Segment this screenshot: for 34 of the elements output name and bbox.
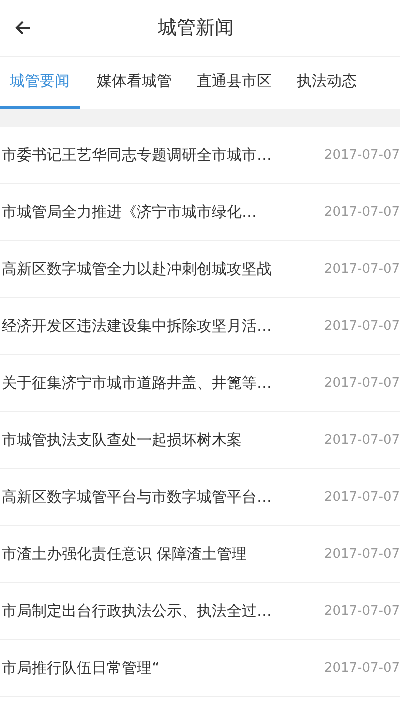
news-item[interactable]: 高新区数字城管全力以赴冲刺创城攻坚战 2017-07-07 — [0, 241, 400, 298]
news-item[interactable]: 市委书记王艺华同志专题调研全市城市… 2017-07-07 — [0, 127, 400, 184]
news-title: 高新区数字城管平台与市数字城管平台… — [2, 488, 272, 506]
news-item[interactable]: 经济开发区违法建设集中拆除攻坚月活… 2017-07-07 — [0, 298, 400, 355]
news-title: 经济开发区违法建设集中拆除攻坚月活… — [2, 316, 272, 336]
news-title: 市局推行队伍日常管理“ — [2, 658, 160, 678]
news-date: 2017-07-07 — [324, 660, 400, 676]
news-date: 2017-07-07 — [324, 262, 400, 276]
news-date: 2017-07-07 — [324, 204, 400, 220]
news-title: 市城管执法支队查处一起损坏树木案 — [2, 430, 242, 450]
news-item[interactable]: 高新区数字城管平台与市数字城管平台… 2017-07-07 — [0, 469, 400, 526]
news-item[interactable]: 关于征集济宁市城市道路井盖、井篦等… 2017-07-07 — [0, 355, 400, 412]
news-date: 2017-07-07 — [324, 432, 400, 448]
news-date: 2017-07-07 — [324, 376, 400, 390]
news-title: 市委书记王艺华同志专题调研全市城市… — [2, 146, 272, 164]
news-date: 2017-07-07 — [324, 318, 400, 334]
tab[interactable]: 媒体看城管 — [89, 57, 180, 109]
news-date: 2017-07-07 — [324, 490, 400, 504]
news-title: 高新区数字城管全力以赴冲刺创城攻坚战 — [2, 260, 272, 278]
news-title: 关于征集济宁市城市道路井盖、井篦等… — [2, 374, 272, 392]
news-title: 市局制定出台行政执法公示、执法全过… — [2, 602, 272, 620]
news-title: 市渣土办强化责任意识 保障渣土管理 — [2, 544, 247, 564]
screen-title: 城管新闻 — [158, 16, 234, 41]
news-item[interactable]: 市局制定出台行政执法公示、执法全过… 2017-07-07 — [0, 583, 400, 640]
news-item[interactable]: 市城管局全力推进《济宁市城市绿化… 2017-07-07 — [0, 184, 400, 241]
news-item[interactable]: 市局推行队伍日常管理“ 2017-07-07 — [0, 640, 400, 697]
news-item[interactable]: 市城管执法支队查处一起损坏树木案 2017-07-07 — [0, 412, 400, 469]
news-date: 2017-07-07 — [324, 148, 400, 162]
news-title: 市城管局全力推进《济宁市城市绿化… — [2, 202, 257, 222]
news-item[interactable]: 市渣土办强化责任意识 保障渣土管理 2017-07-07 — [0, 526, 400, 583]
tab[interactable]: 直通县市区 — [189, 57, 280, 109]
tab[interactable]: 执法动态 — [289, 57, 365, 109]
news-date: 2017-07-07 — [324, 604, 400, 618]
news-date: 2017-07-07 — [324, 546, 400, 562]
